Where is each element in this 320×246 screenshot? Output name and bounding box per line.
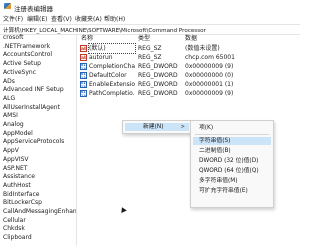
chevron-right-icon: > xyxy=(180,124,185,130)
tree-item[interactable]: Assistance xyxy=(3,173,35,181)
submenu-item-label: QWORD (64 位)值(Q) xyxy=(199,168,259,174)
submenu-item-label: 字符串值(S) xyxy=(199,138,231,144)
tree-item[interactable]: AuthHost xyxy=(3,182,31,190)
tree-item[interactable]: ALG xyxy=(3,95,15,103)
submenu-item-expandable-string-value[interactable]: 可扩充字符串值(E) xyxy=(193,187,271,195)
tree-item[interactable]: Active Setup xyxy=(3,60,41,68)
regedit-icon xyxy=(4,3,11,9)
submenu-item-key[interactable]: 项(K) xyxy=(193,124,271,132)
tree-item[interactable]: AppModel xyxy=(3,130,33,138)
value-name: DefaultColor xyxy=(89,72,127,79)
submenu-item-string-value[interactable]: 字符串值(S) xyxy=(193,137,271,145)
value-name: autorun xyxy=(89,54,113,61)
key-tree[interactable]: crosoft .NETFramework AccountsControl Ac… xyxy=(0,34,77,246)
submenu-item-label: 二进制值(B) xyxy=(199,148,231,154)
tree-item[interactable]: Clipboard xyxy=(3,234,32,242)
value-data: chcp.com 65001 xyxy=(185,54,235,61)
value-row[interactable]: ab (默认) REG_SZ (数值未设置) xyxy=(78,43,300,54)
value-row[interactable]: 011 110 CompletionChar REG_DWORD 0x000000… xyxy=(78,62,300,71)
value-row[interactable]: 011 110 PathCompletio... REG_DWORD 0x0000… xyxy=(78,89,300,98)
submenu-item-label: DWORD (32 位)值(D) xyxy=(199,158,259,164)
submenu-item-label: 可扩充字符串值(E) xyxy=(199,188,248,194)
new-submenu: 项(K) 字符串值(S) 二进制值(B) DWORD (32 位)值(D) QW… xyxy=(190,120,274,208)
tree-item[interactable]: AccountsControl xyxy=(3,51,52,59)
menu-view[interactable]: 查看(V) xyxy=(51,14,72,23)
context-menu: 新建(N) > xyxy=(122,120,192,134)
dword-value-icon: 011 110 xyxy=(80,90,87,97)
value-row[interactable]: 011 110 DefaultColor REG_DWORD 0x00000000… xyxy=(78,71,300,80)
window-title: 注册表编辑器 xyxy=(14,5,53,13)
column-header-type[interactable]: 类型 xyxy=(138,34,150,43)
dword-value-icon: 011 110 xyxy=(80,63,87,70)
menu-help[interactable]: 帮助(H) xyxy=(104,14,125,23)
tree-item[interactable]: crosoft xyxy=(3,34,23,42)
tree-item[interactable]: Advanced INF Setup xyxy=(3,86,64,94)
value-name: PathCompletio... xyxy=(89,90,135,97)
column-header-data[interactable]: 数据 xyxy=(185,34,197,43)
dword-value-icon: 011 110 xyxy=(80,72,87,79)
tree-item[interactable]: AllUserInstallAgent xyxy=(3,104,60,112)
context-menu-new-label: 新建(N) xyxy=(143,124,164,130)
tree-item[interactable]: ASP.NET xyxy=(3,165,27,173)
value-type: REG_SZ xyxy=(138,54,162,61)
tree-item[interactable]: AppVISV xyxy=(3,156,29,164)
value-row[interactable]: 011110 EnableExtensio... REG_DWORD 0x000… xyxy=(78,80,300,89)
submenu-item-label: 项(K) xyxy=(199,125,214,131)
submenu-item-label: 多字符串值(M) xyxy=(199,178,238,184)
tree-item[interactable]: ADs xyxy=(3,78,15,86)
value-data: 0x00000009 (9) xyxy=(185,63,234,70)
dword-value-icon: 011 110 xyxy=(80,81,87,88)
column-header-name[interactable]: 名称 xyxy=(81,34,93,43)
tree-item[interactable]: Analog xyxy=(3,121,24,129)
context-menu-new[interactable]: 新建(N) > xyxy=(125,123,189,131)
menu-favorites[interactable]: 收藏夹(A) xyxy=(75,14,102,23)
string-value-icon: ab xyxy=(80,45,88,52)
value-type: REG_DWORD xyxy=(138,63,178,70)
value-data: 0x00000000 (0) xyxy=(185,72,234,79)
value-name: CompletionChar xyxy=(89,63,135,70)
value-type: REG_SZ xyxy=(138,45,162,52)
value-name: EnableExtensio... xyxy=(89,81,135,88)
menu-bar: 文件(F) 编辑(E) 查看(V) 收藏夹(A) 帮助(H) xyxy=(0,13,300,24)
address-path[interactable]: 计算机\HKEY_LOCAL_MACHINE\SOFTWARE\Microsof… xyxy=(3,26,206,34)
tree-item[interactable]: BidInterface xyxy=(3,191,39,199)
value-data: 0x00000009 (9) xyxy=(185,90,234,97)
menu-edit[interactable]: 编辑(E) xyxy=(27,14,47,23)
value-name: (默认) xyxy=(88,43,136,54)
menu-file[interactable]: 文件(F) xyxy=(3,14,23,23)
tree-item[interactable]: AMSI xyxy=(3,112,18,120)
tree-item[interactable]: CallAndMessagingEnhancement xyxy=(3,208,76,216)
tree-item[interactable]: .NETFramework xyxy=(3,43,50,51)
value-data: (数值未设置) xyxy=(185,45,220,52)
tree-item[interactable]: ActiveSync xyxy=(3,69,36,77)
submenu-item-binary-value[interactable]: 二进制值(B) xyxy=(193,147,271,155)
value-data: 0x00000001 (1) xyxy=(185,81,234,88)
value-row[interactable]: ab autorun REG_SZ chcp.com 65001 xyxy=(78,53,300,62)
tree-item[interactable]: Cellular xyxy=(3,217,26,225)
submenu-item-dword-value[interactable]: DWORD (32 位)值(D) xyxy=(193,157,271,165)
tree-item[interactable]: AppServiceProtocols xyxy=(3,138,64,146)
value-type: REG_DWORD xyxy=(138,90,178,97)
submenu-item-multi-string-value[interactable]: 多字符串值(M) xyxy=(193,177,271,185)
title-bar: 注册表编辑器 xyxy=(0,0,300,13)
value-type: REG_DWORD xyxy=(138,72,178,79)
tree-item[interactable]: AppV xyxy=(3,147,19,155)
tree-item[interactable]: Chkdsk xyxy=(3,225,25,233)
string-value-icon: ab xyxy=(80,54,88,61)
value-type: REG_DWORD xyxy=(138,81,178,88)
menu-separator xyxy=(195,134,269,135)
tree-item[interactable]: BitLockerCsp xyxy=(3,199,42,207)
submenu-item-qword-value[interactable]: QWORD (64 位)值(Q) xyxy=(193,167,271,175)
